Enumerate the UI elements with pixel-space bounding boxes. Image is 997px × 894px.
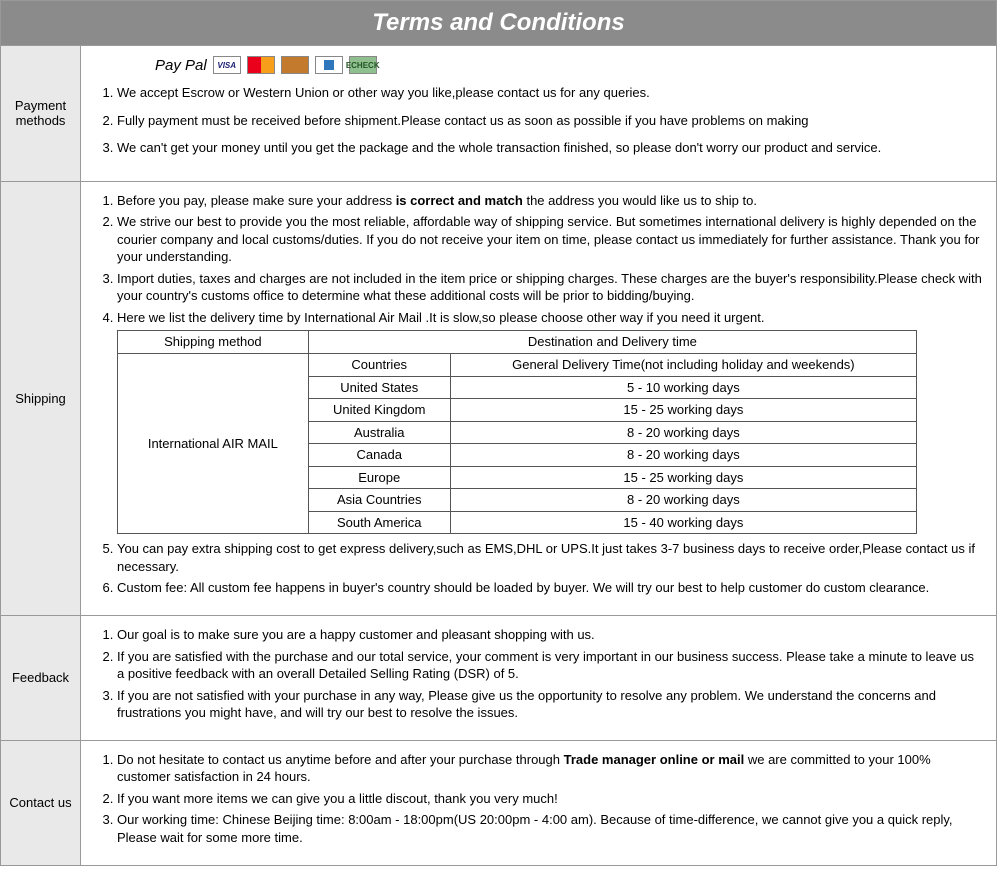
cell-country: Canada — [308, 444, 450, 467]
list-item: We can't get your money until you get th… — [117, 139, 982, 157]
list-item: If you are not satisfied with your purch… — [117, 687, 982, 722]
section-label-feedback: Feedback — [1, 616, 81, 740]
terms-container: Terms and Conditions Payment methods Pay… — [0, 0, 997, 866]
section-contact: Contact us Do not hesitate to contact us… — [1, 740, 996, 865]
list-item: We accept Escrow or Western Union or oth… — [117, 84, 982, 102]
payment-list: We accept Escrow or Western Union or oth… — [95, 84, 982, 157]
shipping-list: Before you pay, please make sure your ad… — [95, 192, 982, 597]
feedback-list: Our goal is to make sure you are a happy… — [95, 626, 982, 722]
paypal-text: Pay Pal — [155, 57, 207, 74]
cell-time: 15 - 25 working days — [450, 399, 916, 422]
cell-country: United Kingdom — [308, 399, 450, 422]
cell-time: 8 - 20 working days — [450, 489, 916, 512]
list-item: We strive our best to provide you the mo… — [117, 213, 982, 266]
list-item: Before you pay, please make sure your ad… — [117, 192, 982, 210]
cell-time: 8 - 20 working days — [450, 421, 916, 444]
th-countries: Countries — [308, 354, 450, 377]
section-shipping: Shipping Before you pay, please make sur… — [1, 181, 996, 615]
list-item: Custom fee: All custom fee happens in bu… — [117, 579, 982, 597]
section-label-contact: Contact us — [1, 741, 81, 865]
list-item: Here we list the delivery time by Intern… — [117, 309, 982, 534]
th-method: Shipping method — [118, 331, 309, 354]
cell-country: Australia — [308, 421, 450, 444]
list-item: If you are satisfied with the purchase a… — [117, 648, 982, 683]
cell-time: 5 - 10 working days — [450, 376, 916, 399]
cell-time: 15 - 25 working days — [450, 466, 916, 489]
list-item: Our goal is to make sure you are a happy… — [117, 626, 982, 644]
contact-list: Do not hesitate to contact us anytime be… — [95, 751, 982, 847]
cell-country: Europe — [308, 466, 450, 489]
list-item: You can pay extra shipping cost to get e… — [117, 540, 982, 575]
th-general: General Delivery Time(not including holi… — [450, 354, 916, 377]
section-payment: Payment methods Pay Pal VISA ECHECK We a… — [1, 45, 996, 181]
mastercard-icon — [247, 56, 275, 74]
section-feedback: Feedback Our goal is to make sure you ar… — [1, 615, 996, 740]
list-item: Our working time: Chinese Beijing time: … — [117, 811, 982, 846]
cell-country: United States — [308, 376, 450, 399]
list-item: Do not hesitate to contact us anytime be… — [117, 751, 982, 786]
amex-icon — [315, 56, 343, 74]
echeck-icon: ECHECK — [349, 56, 377, 74]
cell-country: Asia Countries — [308, 489, 450, 512]
discover-icon — [281, 56, 309, 74]
td-method: International AIR MAIL — [118, 354, 309, 534]
section-label-payment: Payment methods — [1, 46, 81, 181]
cell-country: South America — [308, 511, 450, 534]
list-item: If you want more items we can give you a… — [117, 790, 982, 808]
shipping-table: Shipping method Destination and Delivery… — [117, 330, 917, 534]
section-label-shipping: Shipping — [1, 182, 81, 615]
page-title: Terms and Conditions — [1, 1, 996, 45]
list-item: Fully payment must be received before sh… — [117, 112, 982, 130]
cell-time: 15 - 40 working days — [450, 511, 916, 534]
visa-icon: VISA — [213, 56, 241, 74]
paypal-banner: Pay Pal VISA ECHECK — [155, 56, 982, 74]
list-item: Import duties, taxes and charges are not… — [117, 270, 982, 305]
th-dest: Destination and Delivery time — [308, 331, 916, 354]
cell-time: 8 - 20 working days — [450, 444, 916, 467]
